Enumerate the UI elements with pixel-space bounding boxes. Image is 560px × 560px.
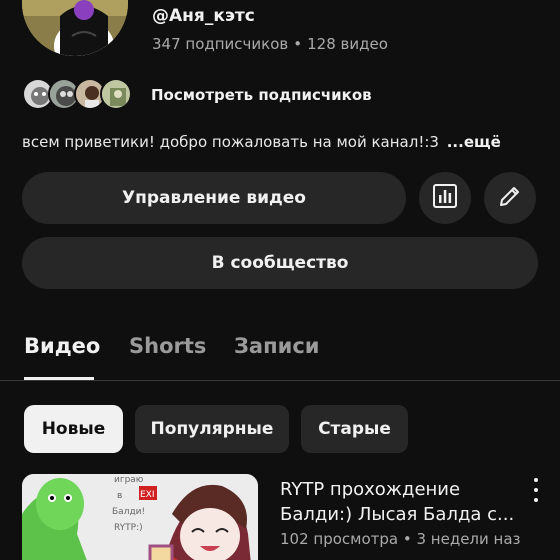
video-count: 128 видео [307,35,388,53]
stats-separator: • [293,35,303,53]
video-thumbnail[interactable]: EXI игрaю в Балди! RYTP:) [22,474,258,560]
subscriber-avatars[interactable] [22,76,132,112]
channel-description[interactable]: всем приветики! добро пожаловать на мой … [22,133,501,151]
analytics-icon [432,183,458,213]
channel-tabs: Видео Shorts Записи [0,325,560,381]
active-tab-indicator [24,377,94,380]
community-button[interactable]: В сообщество [22,237,538,289]
video-title[interactable]: RYTP прохождение Балди:) Лысая Балда с..… [280,477,520,527]
thumb-caption-4: RYTP:) [114,523,143,533]
analytics-button[interactable] [419,172,471,224]
filter-new-chip[interactable]: Новые [24,405,123,453]
thumb-caption-1: игрaю [114,475,144,485]
edit-button[interactable] [484,172,536,224]
channel-avatar[interactable] [22,0,128,56]
view-subscribers-link[interactable]: Посмотреть подписчиков [151,86,372,104]
filter-old-chip[interactable]: Старые [301,405,408,453]
thumb-caption-2: в [117,491,122,501]
more-link[interactable]: ...ещё [447,133,501,151]
channel-handle: @Аня_кэтс [152,6,255,26]
description-text: всем приветики! добро пожаловать на мой … [22,133,439,151]
video-meta: 102 просмотра • 3 недели наз... [280,530,520,548]
manage-videos-button[interactable]: Управление видео [22,172,406,224]
subscriber-avatar [100,78,132,110]
tab-posts[interactable]: Записи [234,334,319,358]
tab-videos[interactable]: Видео [24,334,100,358]
thumb-badge: EXI [140,490,155,500]
more-options-icon[interactable] [526,478,546,502]
pencil-icon [497,183,523,213]
tab-shorts[interactable]: Shorts [129,334,206,358]
thumb-caption-3: Балди! [112,507,145,517]
filter-popular-chip[interactable]: Популярные [135,405,289,453]
channel-stats: 347 подписчиков • 128 видео [152,35,388,53]
subscriber-count: 347 подписчиков [152,35,289,53]
